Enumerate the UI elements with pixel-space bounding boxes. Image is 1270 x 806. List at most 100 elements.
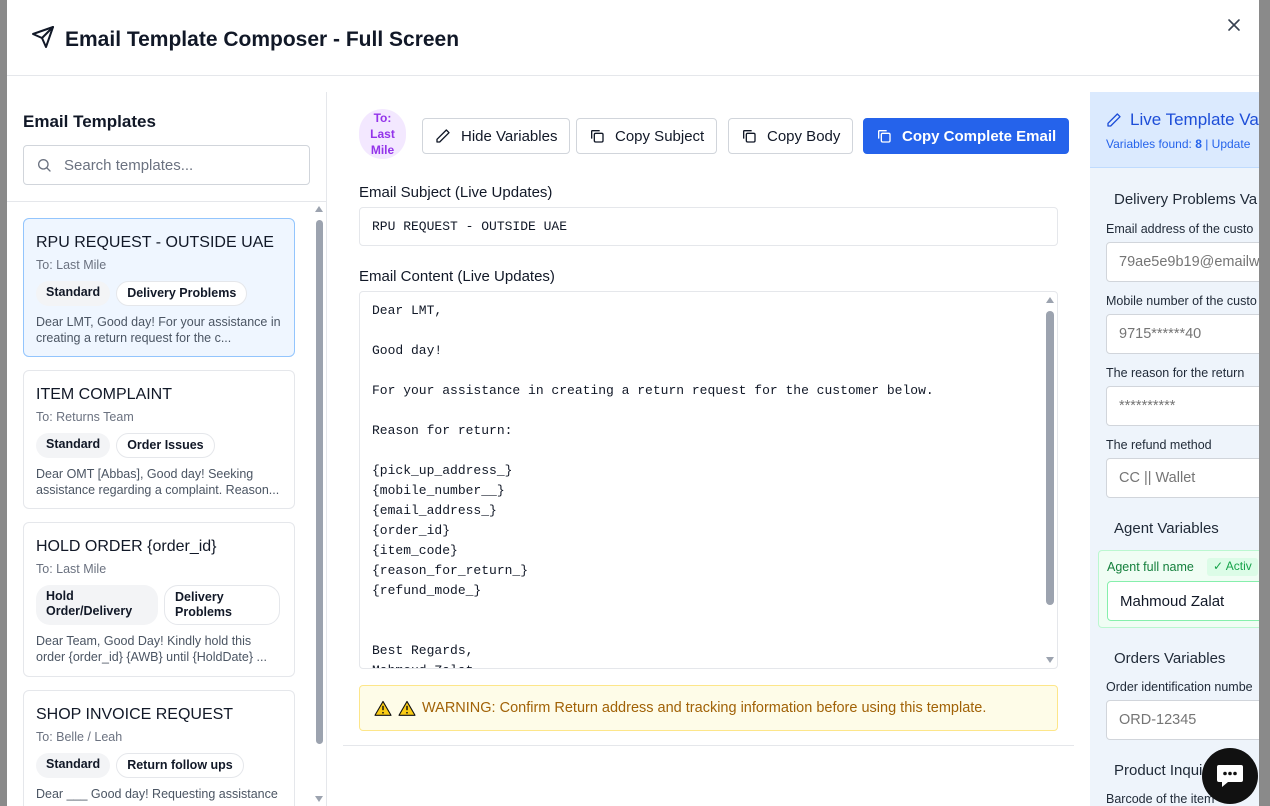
variables-panel: Live Template Va Variables found: 8 | Up… — [1090, 92, 1259, 806]
template-recipient: To: Belle / Leah — [36, 730, 123, 744]
sidebar-title: Email Templates — [23, 112, 156, 131]
chat-button[interactable] — [1202, 748, 1258, 804]
modal-title: Email Template Composer - Full Screen — [31, 25, 459, 55]
copy-body-button[interactable]: Copy Body — [728, 118, 854, 154]
barcode-variable-label: Barcode of the item — [1106, 792, 1215, 806]
template-tag: Order Issues — [116, 433, 215, 458]
copy-icon — [878, 130, 891, 143]
mobile-variable-label: Mobile number of the custo — [1106, 294, 1257, 308]
chat-icon — [1217, 765, 1243, 787]
section-delivery-variables: Delivery Problems Va — [1114, 191, 1258, 208]
hide-variables-button[interactable]: Hide Variables — [422, 118, 571, 154]
modal-title-text: Email Template Composer - Full Screen — [65, 28, 460, 51]
template-recipient: To: Returns Team — [36, 410, 134, 424]
copy-subject-button[interactable]: Copy Subject — [576, 118, 718, 154]
reason-variable-input[interactable] — [1106, 386, 1259, 426]
search-icon — [38, 159, 51, 172]
template-title: SHOP INVOICE REQUEST — [36, 706, 234, 723]
email-editor: To: Last Mile Hide Variables Copy Subjec… — [343, 92, 1074, 746]
copy-icon — [591, 130, 604, 143]
template-card[interactable]: RPU REQUEST - OUTSIDE UAE To: Last Mile … — [23, 218, 295, 357]
warning-icon — [374, 700, 392, 716]
composer-modal: Email Template Composer - Full Screen Em… — [7, 0, 1259, 806]
templates-sidebar: Email Templates RPU REQUEST - OUTSIDE UA… — [7, 92, 327, 806]
copy-subject-label: Copy Subject — [615, 127, 705, 145]
template-preview: Dear ___ Good day! Requesting assistance — [36, 787, 278, 801]
modal-header: Email Template Composer - Full Screen — [7, 0, 1259, 76]
template-card[interactable]: ITEM COMPLAINT To: Returns Team Standard… — [23, 370, 295, 509]
template-list-scrollbar[interactable] — [314, 202, 326, 806]
pencil-icon — [1107, 113, 1121, 127]
search-box — [23, 145, 310, 185]
variables-count: Variables found: 8 | Update — [1106, 137, 1251, 151]
copy-body-label: Copy Body — [767, 127, 841, 145]
email-body-textarea[interactable]: Dear LMT, Good day! For your assistance … — [359, 291, 1058, 669]
template-recipient: To: Last Mile — [36, 258, 107, 272]
order-variable-input[interactable] — [1106, 700, 1259, 740]
recipient-badge: To: Last Mile — [359, 109, 406, 159]
body-scrollbar[interactable] — [1044, 293, 1056, 667]
template-tag: Delivery Problems — [116, 281, 248, 306]
template-preview: Dear Team, Good Day! Kindly hold this or… — [36, 634, 267, 664]
email-body-text[interactable]: Dear LMT, Good day! For your assistance … — [372, 301, 1042, 668]
copy-complete-label: Copy Complete Email — [902, 127, 1057, 145]
warning-text: WARNING: Confirm Return address and trac… — [422, 700, 987, 716]
agent-variable-label: Agent full name — [1107, 560, 1194, 574]
template-tag: Standard — [36, 433, 111, 458]
copy-complete-email-button[interactable]: Copy Complete Email — [863, 118, 1070, 154]
content-label: Email Content (Live Updates) — [359, 268, 555, 285]
hide-variables-label: Hide Variables — [461, 127, 558, 145]
copy-icon — [743, 130, 756, 143]
agent-name-input[interactable] — [1107, 581, 1259, 621]
order-variable-label: Order identification numbe — [1106, 680, 1253, 694]
sidebar-divider — [7, 201, 327, 202]
scroll-up-icon[interactable] — [315, 206, 323, 212]
template-title: ITEM COMPLAINT — [36, 386, 173, 403]
template-preview: Dear OMT [Abbas], Good day! Seeking assi… — [36, 467, 280, 497]
template-tags: Standard Return follow ups — [36, 753, 282, 778]
variables-panel-title: Live Template Va — [1106, 110, 1259, 130]
section-orders-variables: Orders Variables — [1114, 650, 1226, 667]
template-tags: Standard Order Issues — [36, 433, 282, 458]
template-card[interactable]: HOLD ORDER {order_id} To: Last Mile Hold… — [23, 522, 295, 677]
template-tags: Standard Delivery Problems — [36, 281, 282, 306]
template-tag: Delivery Problems — [164, 585, 280, 625]
scroll-down-icon[interactable] — [1046, 657, 1054, 663]
close-icon — [1228, 19, 1240, 31]
reason-variable-label: The reason for the return — [1106, 366, 1245, 380]
subject-input[interactable] — [359, 207, 1058, 246]
editor-toolbar: To: Last Mile — [359, 109, 406, 159]
mobile-variable-input[interactable] — [1106, 314, 1259, 354]
scroll-down-icon[interactable] — [315, 796, 323, 802]
section-product-variables: Product Inqui — [1114, 762, 1203, 779]
template-title: RPU REQUEST - OUTSIDE UAE — [36, 234, 274, 251]
scroll-up-icon[interactable] — [1046, 297, 1054, 303]
template-card[interactable]: SHOP INVOICE REQUEST To: Belle / Leah St… — [23, 690, 295, 806]
scroll-thumb[interactable] — [1046, 311, 1054, 605]
subject-label: Email Subject (Live Updates) — [359, 184, 553, 201]
search-input[interactable] — [64, 156, 284, 174]
scroll-thumb[interactable] — [316, 220, 323, 744]
template-tags: Hold Order/Delivery Delivery Problems — [36, 585, 282, 625]
template-tag: Standard — [36, 753, 111, 778]
warning-icon — [398, 700, 416, 716]
refund-variable-input[interactable] — [1106, 458, 1259, 498]
warning-banner: WARNING: Confirm Return address and trac… — [359, 685, 1058, 731]
email-variable-input[interactable] — [1106, 242, 1259, 282]
template-list: RPU REQUEST - OUTSIDE UAE To: Last Mile … — [23, 218, 295, 806]
email-variable-label: Email address of the custo — [1106, 222, 1254, 236]
template-recipient: To: Last Mile — [36, 562, 107, 576]
agent-variable-box: Agent full name ✓ Activ — [1098, 550, 1259, 628]
template-tag: Standard — [36, 281, 111, 306]
send-icon — [31, 25, 55, 55]
template-tag: Return follow ups — [116, 753, 244, 778]
active-badge: ✓ Activ — [1207, 558, 1258, 576]
refund-variable-label: The refund method — [1106, 438, 1212, 452]
variables-panel-header: Live Template Va Variables found: 8 | Up… — [1090, 92, 1259, 168]
template-tag: Hold Order/Delivery — [36, 585, 158, 625]
template-title: HOLD ORDER {order_id} — [36, 538, 217, 555]
pencil-icon — [436, 129, 450, 143]
template-preview: Dear LMT, Good day! For your assistance … — [36, 315, 281, 345]
close-button[interactable] — [1223, 14, 1245, 36]
section-agent-variables: Agent Variables — [1114, 520, 1219, 537]
